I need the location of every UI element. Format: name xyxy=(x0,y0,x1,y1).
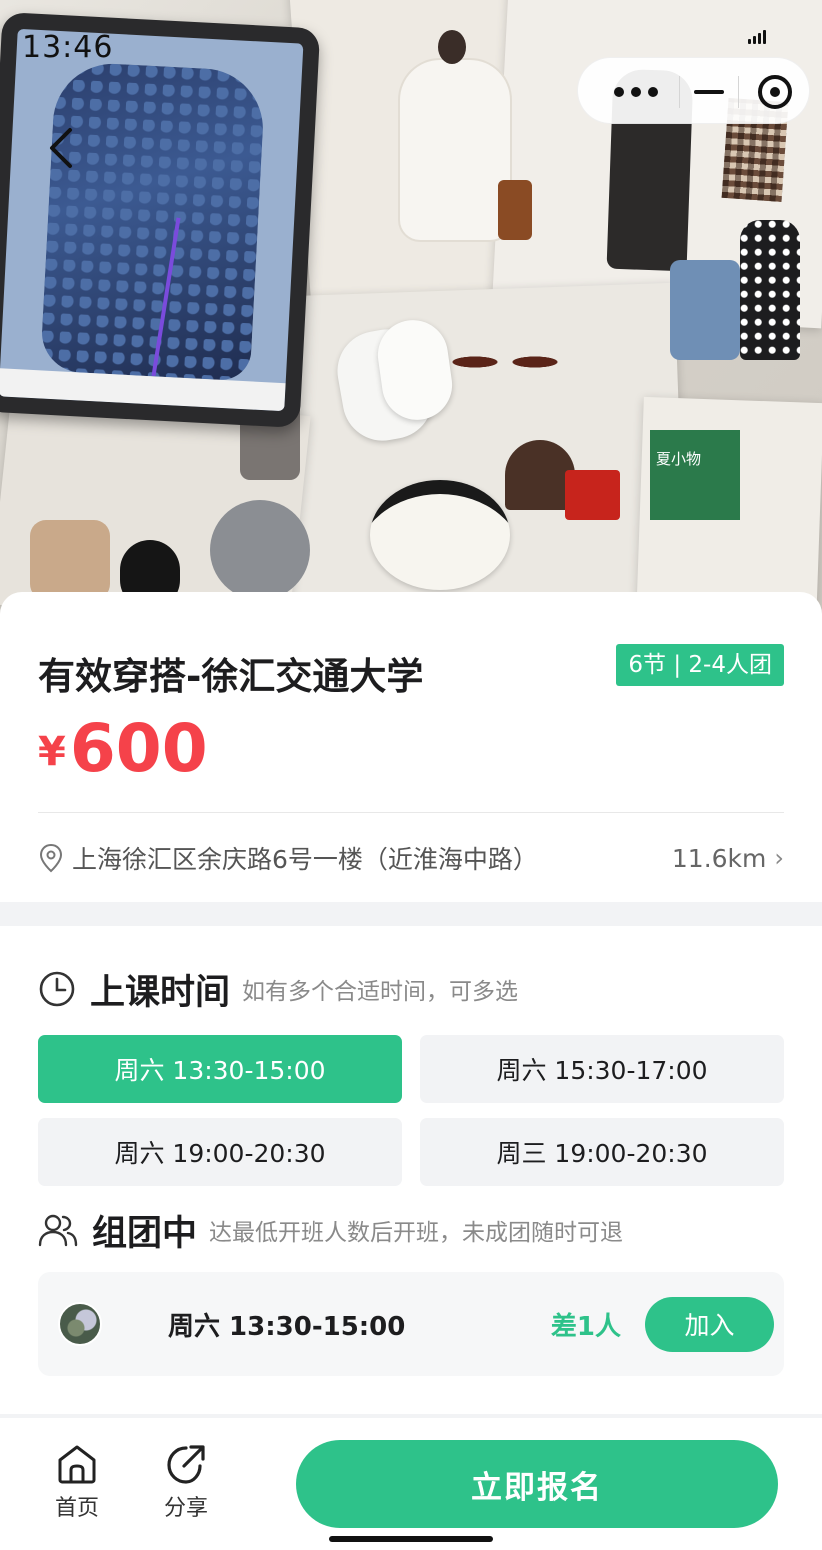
time-slot[interactable]: 周六 13:30-15:00 xyxy=(38,1035,402,1103)
schedule-title: 上课时间 xyxy=(90,972,231,1013)
share-label: 分享 xyxy=(163,1496,208,1521)
group-title: 组团中 xyxy=(92,1213,198,1254)
coat-image xyxy=(39,60,266,382)
status-time: 13:46 xyxy=(22,30,114,65)
course-info-card: 有效穿搭-徐汇交通大学 6节 | 2-4人团 ¥600 上海徐汇区余庆路6号一楼… xyxy=(0,592,822,902)
time-slot-grid: 周六 13:30-15:00 周六 15:30-17:00 周六 19:00-2… xyxy=(38,1035,784,1186)
price-value: 600 xyxy=(69,710,208,787)
address-row[interactable]: 上海徐汇区余庆路6号一楼（近淮海中路） 11.6km › xyxy=(38,828,784,888)
model-head xyxy=(438,30,466,64)
chevron-left-icon xyxy=(50,128,72,168)
home-button[interactable]: 首页 xyxy=(37,1442,117,1522)
distance-value: 11.6km xyxy=(671,843,767,873)
schedule-header: 上课时间 如有多个合适时间，可多选 xyxy=(38,964,518,1014)
signal-icon xyxy=(748,30,770,44)
close-button[interactable] xyxy=(738,58,811,125)
minimize-icon xyxy=(694,89,724,94)
chevron-right-icon: › xyxy=(774,844,784,872)
home-label: 首页 xyxy=(54,1496,99,1521)
course-title: 有效穿搭-徐汇交通大学 xyxy=(38,655,424,698)
currency-symbol: ¥ xyxy=(38,729,66,775)
group-item: 周六 13:30-15:00 差1人 加入 xyxy=(38,1272,784,1376)
distance: 11.6km › xyxy=(672,844,784,873)
share-icon xyxy=(167,1445,205,1484)
target-close-icon xyxy=(757,74,792,109)
group-need-count: 差1人 xyxy=(550,1311,621,1342)
home-icon xyxy=(58,1445,96,1484)
share-button[interactable]: 分享 xyxy=(146,1442,226,1522)
denim-jacket xyxy=(670,260,740,360)
straw-hat xyxy=(370,480,510,590)
users-icon xyxy=(38,1214,78,1247)
more-button[interactable] xyxy=(578,58,694,125)
course-badge: 6节 | 2-4人团 xyxy=(616,644,784,686)
sandals xyxy=(30,520,110,600)
home-indicator xyxy=(329,1536,493,1542)
bottom-action-bar: 首页 分享 立即报名 xyxy=(0,1418,822,1550)
join-button[interactable]: 加入 xyxy=(645,1296,774,1352)
minimize-button[interactable] xyxy=(679,58,739,125)
green-magazine-tag: 夏小物 xyxy=(650,430,740,520)
sunglasses xyxy=(445,340,565,380)
tablet-screen xyxy=(0,28,304,412)
time-slot[interactable]: 周三 19:00-20:30 xyxy=(420,1118,784,1186)
group-subtitle: 达最低开班人数后开班，未成团随时可退 xyxy=(209,1220,624,1246)
time-slot[interactable]: 周六 19:00-20:30 xyxy=(38,1118,402,1186)
white-dress xyxy=(400,60,510,240)
address-text: 上海徐汇区余庆路6号一楼（近淮海中路） xyxy=(72,845,538,874)
red-bag xyxy=(565,470,620,520)
scarf xyxy=(210,500,310,600)
location-pin-icon xyxy=(39,843,63,873)
floral-dress xyxy=(740,220,800,360)
schedule-subtitle: 如有多个合适时间，可多选 xyxy=(242,979,519,1005)
group-time: 周六 13:30-15:00 xyxy=(168,1311,406,1342)
mini-program-capsule xyxy=(577,57,810,124)
course-price: ¥600 xyxy=(38,710,208,787)
avatar xyxy=(58,1302,102,1346)
clock-icon xyxy=(39,971,75,1007)
time-slot[interactable]: 周六 15:30-17:00 xyxy=(420,1035,784,1103)
back-button[interactable] xyxy=(36,118,84,178)
schedule-section: 上课时间 如有多个合适时间，可多选 周六 13:30-15:00 周六 15:3… xyxy=(0,926,822,1414)
more-dots-icon xyxy=(614,86,658,97)
group-header: 组团中 达最低开班人数后开班，未成团随时可退 xyxy=(38,1205,623,1255)
fringe-bag xyxy=(498,180,532,240)
enroll-button[interactable]: 立即报名 xyxy=(296,1440,778,1528)
tablet xyxy=(0,11,321,429)
divider xyxy=(38,812,784,813)
